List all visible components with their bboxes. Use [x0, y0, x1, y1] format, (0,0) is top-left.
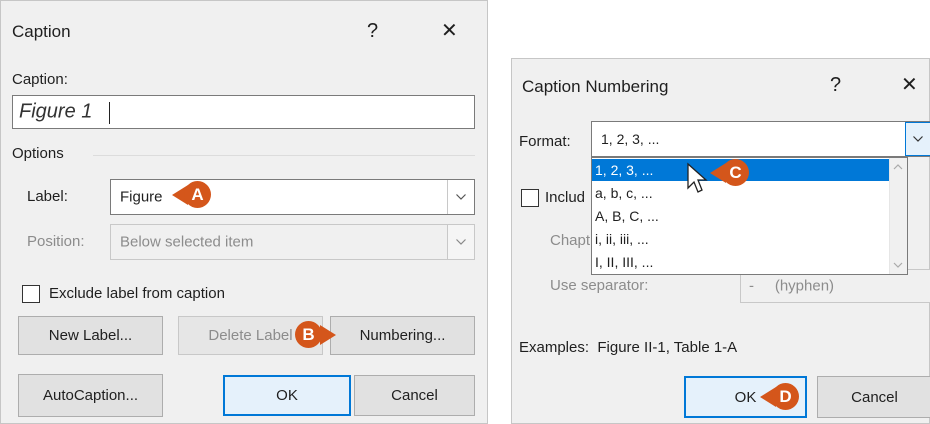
close-icon[interactable]: ✕ [901, 75, 918, 95]
help-button[interactable]: ? [830, 75, 841, 95]
examples-label: Examples: Figure II-1, Table 1-A [519, 339, 738, 356]
callout-a: A [172, 181, 212, 208]
callout-b: B [295, 321, 336, 348]
cancel-button[interactable]: Cancel [354, 375, 475, 416]
dialog-title: Caption [12, 22, 71, 41]
position-select[interactable]: Below selected item [110, 224, 475, 260]
chapter-style-label: Chapt [550, 232, 591, 249]
caption-input[interactable]: Figure 1 [12, 95, 475, 129]
mouse-pointer-icon [687, 162, 708, 193]
text-cursor [109, 102, 110, 124]
position-field-label: Position: [27, 233, 85, 250]
chevron-down-icon[interactable] [905, 122, 930, 156]
scroll-up-icon [893, 164, 903, 170]
examples-value: Figure II-1, Table 1-A [597, 339, 738, 356]
callout-d: D [760, 383, 800, 410]
format-option[interactable]: A, B, C, ... [592, 205, 891, 227]
format-select-value: 1, 2, 3, ... [601, 131, 660, 147]
scroll-down-icon [893, 262, 903, 268]
cancel-button[interactable]: Cancel [817, 376, 930, 418]
position-select-value: Below selected item [120, 233, 254, 251]
exclude-label-text: Exclude label from caption [49, 285, 225, 302]
numbering-button[interactable]: Numbering... [330, 316, 475, 355]
dropdown-scrollbar[interactable] [889, 158, 907, 274]
new-label-button[interactable]: New Label... [18, 316, 163, 355]
chevron-down-icon[interactable] [447, 180, 474, 214]
exclude-label-checkbox[interactable] [22, 285, 40, 303]
format-label: Format: [519, 133, 571, 150]
caption-numbering-dialog: Caption Numbering ? ✕ Format: 1, 2, 3, .… [511, 58, 930, 424]
include-chapter-label: Includ [545, 189, 586, 206]
caption-input-value: Figure 1 [19, 100, 93, 123]
dialog-title: Caption Numbering [522, 77, 669, 96]
format-option[interactable]: I, II, III, ... [592, 251, 891, 273]
close-icon[interactable]: ✕ [441, 21, 458, 41]
caption-label: Caption: [12, 71, 68, 88]
caption-dialog: Caption ? ✕ Caption: Figure 1 Options La… [0, 0, 488, 424]
separator-select-value: - (hyphen) [749, 277, 835, 295]
label-select-value: Figure [120, 188, 163, 206]
ok-button[interactable]: OK [223, 375, 351, 416]
callout-c: C [710, 159, 762, 186]
options-divider [93, 155, 475, 156]
help-button[interactable]: ? [367, 21, 378, 41]
chevron-down-icon[interactable] [447, 225, 474, 259]
format-option[interactable]: i, ii, iii, ... [592, 228, 891, 250]
label-field-label: Label: [27, 188, 68, 205]
options-heading: Options [12, 145, 64, 162]
format-select[interactable]: 1, 2, 3, ... [591, 121, 930, 157]
use-separator-label: Use separator: [550, 277, 649, 294]
label-select[interactable]: Figure [110, 179, 475, 215]
include-chapter-checkbox[interactable] [521, 189, 539, 207]
autocaption-button[interactable]: AutoCaption... [18, 374, 163, 417]
